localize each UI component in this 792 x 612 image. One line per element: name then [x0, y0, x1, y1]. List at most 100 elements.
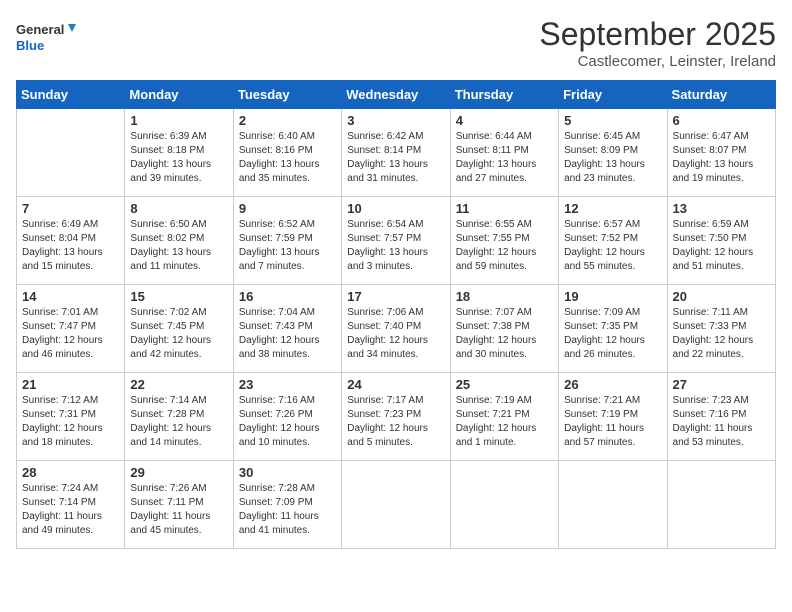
calendar-cell: 27 Sunrise: 7:23 AMSunset: 7:16 PMDayligh…: [667, 373, 775, 461]
calendar-cell: 15Sunrise: 7:02 AMSunset: 7:45 PMDayligh…: [125, 285, 233, 373]
cell-info: Sunrise: 6:45 AMSunset: 8:09 PMDaylight:…: [564, 130, 661, 186]
calendar-cell: [450, 461, 558, 549]
day-number: 5: [564, 113, 661, 128]
calendar-cell: 29 Sunrise: 7:26 AMSunset: 7:11 PMDayligh…: [125, 461, 233, 549]
day-number: 4: [456, 113, 553, 128]
day-number: 25: [456, 377, 553, 392]
day-number: 13: [673, 201, 770, 216]
calendar-cell: 19 Sunrise: 7:09 AMSunset: 7:35 PMDayligh…: [559, 285, 667, 373]
cell-info: Sunrise: 6:50 AMSunset: 8:02 PMDaylight:…: [130, 218, 227, 274]
day-number: 3: [347, 113, 444, 128]
calendar-cell: 25 Sunrise: 7:19 AMSunset: 7:21 PMDayligh…: [450, 373, 558, 461]
cell-info: Sunrise: 7:04 AMSunset: 7:43 PMDaylight:…: [239, 306, 336, 362]
day-number: 20: [673, 289, 770, 304]
calendar-cell: 6 Sunrise: 6:47 AMSunset: 8:07 PMDaylight…: [667, 109, 775, 197]
calendar-cell: 22 Sunrise: 7:14 AMSunset: 7:28 PMDayligh…: [125, 373, 233, 461]
calendar-cell: 26 Sunrise: 7:21 AMSunset: 7:19 PMDayligh…: [559, 373, 667, 461]
cell-info: Sunrise: 7:23 AMSunset: 7:16 PMDaylight:…: [673, 394, 770, 450]
day-number: 23: [239, 377, 336, 392]
day-number: 24: [347, 377, 444, 392]
cell-info: Sunrise: 6:39 AMSunset: 8:18 PMDaylight:…: [130, 130, 227, 186]
week-row-1: 1 Sunrise: 6:39 AMSunset: 8:18 PMDaylight…: [17, 109, 776, 197]
column-header-saturday: Saturday: [667, 81, 775, 109]
location-title: Castlecomer, Leinster, Ireland: [539, 53, 776, 70]
day-number: 26: [564, 377, 661, 392]
cell-info: Sunrise: 7:19 AMSunset: 7:21 PMDaylight:…: [456, 394, 553, 450]
cell-info: Sunrise: 7:09 AMSunset: 7:35 PMDaylight:…: [564, 306, 661, 362]
cell-info: Sunrise: 7:28 AMSunset: 7:09 PMDaylight:…: [239, 482, 336, 538]
cell-info: Sunrise: 7:02 AMSunset: 7:45 PMDaylight:…: [130, 306, 227, 362]
calendar-cell: [559, 461, 667, 549]
day-number: 18: [456, 289, 553, 304]
cell-info: Sunrise: 7:21 AMSunset: 7:19 PMDaylight:…: [564, 394, 661, 450]
calendar-cell: 12Sunrise: 6:57 AMSunset: 7:52 PMDayligh…: [559, 197, 667, 285]
day-number: 22: [130, 377, 227, 392]
week-row-2: 7 Sunrise: 6:49 AMSunset: 8:04 PMDaylight…: [17, 197, 776, 285]
column-header-monday: Monday: [125, 81, 233, 109]
column-header-sunday: Sunday: [17, 81, 125, 109]
day-number: 14: [22, 289, 119, 304]
calendar-cell: [342, 461, 450, 549]
cell-info: Sunrise: 6:59 AMSunset: 7:50 PMDaylight:…: [673, 218, 770, 274]
cell-info: Sunrise: 6:49 AMSunset: 8:04 PMDaylight:…: [22, 218, 119, 274]
calendar-cell: 21Sunrise: 7:12 AMSunset: 7:31 PMDayligh…: [17, 373, 125, 461]
calendar-cell: 24Sunrise: 7:17 AMSunset: 7:23 PMDayligh…: [342, 373, 450, 461]
calendar-table: SundayMondayTuesdayWednesdayThursdayFrid…: [16, 80, 776, 549]
cell-info: Sunrise: 6:52 AMSunset: 7:59 PMDaylight:…: [239, 218, 336, 274]
calendar-cell: 8 Sunrise: 6:50 AMSunset: 8:02 PMDaylight…: [125, 197, 233, 285]
day-number: 29: [130, 465, 227, 480]
calendar-cell: 4Sunrise: 6:44 AMSunset: 8:11 PMDaylight…: [450, 109, 558, 197]
calendar-cell: 16 Sunrise: 7:04 AMSunset: 7:43 PMDayligh…: [233, 285, 341, 373]
cell-info: Sunrise: 7:16 AMSunset: 7:26 PMDaylight:…: [239, 394, 336, 450]
day-number: 2: [239, 113, 336, 128]
day-number: 6: [673, 113, 770, 128]
column-header-friday: Friday: [559, 81, 667, 109]
day-number: 28: [22, 465, 119, 480]
cell-info: Sunrise: 7:06 AMSunset: 7:40 PMDaylight:…: [347, 306, 444, 362]
svg-text:Blue: Blue: [16, 38, 44, 53]
cell-info: Sunrise: 6:47 AMSunset: 8:07 PMDaylight:…: [673, 130, 770, 186]
cell-info: Sunrise: 7:24 AMSunset: 7:14 PMDaylight:…: [22, 482, 119, 538]
cell-info: Sunrise: 7:14 AMSunset: 7:28 PMDaylight:…: [130, 394, 227, 450]
column-header-wednesday: Wednesday: [342, 81, 450, 109]
week-row-5: 28 Sunrise: 7:24 AMSunset: 7:14 PMDayligh…: [17, 461, 776, 549]
column-header-thursday: Thursday: [450, 81, 558, 109]
column-header-tuesday: Tuesday: [233, 81, 341, 109]
calendar-cell: 30Sunrise: 7:28 AMSunset: 7:09 PMDayligh…: [233, 461, 341, 549]
calendar-cell: 28 Sunrise: 7:24 AMSunset: 7:14 PMDayligh…: [17, 461, 125, 549]
cell-info: Sunrise: 6:54 AMSunset: 7:57 PMDaylight:…: [347, 218, 444, 274]
cell-info: Sunrise: 6:57 AMSunset: 7:52 PMDaylight:…: [564, 218, 661, 274]
day-number: 27: [673, 377, 770, 392]
calendar-cell: 13 Sunrise: 6:59 AMSunset: 7:50 PMDayligh…: [667, 197, 775, 285]
day-number: 21: [22, 377, 119, 392]
calendar-cell: 3Sunrise: 6:42 AMSunset: 8:14 PMDaylight…: [342, 109, 450, 197]
cell-info: Sunrise: 6:55 AMSunset: 7:55 PMDaylight:…: [456, 218, 553, 274]
day-number: 7: [22, 201, 119, 216]
calendar-cell: 14 Sunrise: 7:01 AMSunset: 7:47 PMDayligh…: [17, 285, 125, 373]
day-number: 1: [130, 113, 227, 128]
week-row-4: 21Sunrise: 7:12 AMSunset: 7:31 PMDayligh…: [17, 373, 776, 461]
day-number: 19: [564, 289, 661, 304]
day-number: 11: [456, 201, 553, 216]
day-number: 16: [239, 289, 336, 304]
day-number: 10: [347, 201, 444, 216]
calendar-cell: [667, 461, 775, 549]
calendar-cell: 18Sunrise: 7:07 AMSunset: 7:38 PMDayligh…: [450, 285, 558, 373]
calendar-cell: 17 Sunrise: 7:06 AMSunset: 7:40 PMDayligh…: [342, 285, 450, 373]
logo: General Blue: [16, 16, 76, 60]
day-number: 9: [239, 201, 336, 216]
week-row-3: 14 Sunrise: 7:01 AMSunset: 7:47 PMDayligh…: [17, 285, 776, 373]
svg-text:General: General: [16, 22, 64, 37]
calendar-cell: 23 Sunrise: 7:16 AMSunset: 7:26 PMDayligh…: [233, 373, 341, 461]
day-number: 17: [347, 289, 444, 304]
calendar-cell: 9 Sunrise: 6:52 AMSunset: 7:59 PMDaylight…: [233, 197, 341, 285]
calendar-cell: 11 Sunrise: 6:55 AMSunset: 7:55 PMDayligh…: [450, 197, 558, 285]
day-number: 8: [130, 201, 227, 216]
calendar-cell: 10 Sunrise: 6:54 AMSunset: 7:57 PMDayligh…: [342, 197, 450, 285]
cell-info: Sunrise: 7:11 AMSunset: 7:33 PMDaylight:…: [673, 306, 770, 362]
header-row: SundayMondayTuesdayWednesdayThursdayFrid…: [17, 81, 776, 109]
calendar-cell: 5 Sunrise: 6:45 AMSunset: 8:09 PMDaylight…: [559, 109, 667, 197]
cell-info: Sunrise: 7:01 AMSunset: 7:47 PMDaylight:…: [22, 306, 119, 362]
month-title: September 2025: [539, 16, 776, 53]
cell-info: Sunrise: 7:26 AMSunset: 7:11 PMDaylight:…: [130, 482, 227, 538]
